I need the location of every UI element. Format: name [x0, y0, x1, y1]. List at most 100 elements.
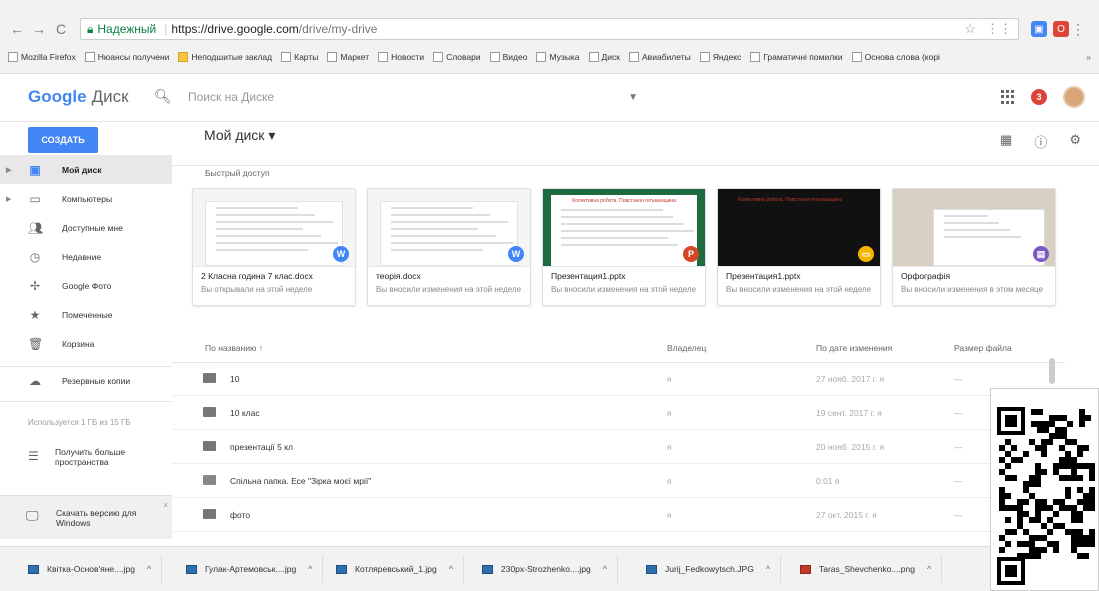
bookmark-item[interactable]: Нюансы получени	[84, 52, 169, 62]
sort-by-name[interactable]: По названию ↑	[205, 343, 263, 353]
qr-module	[1041, 469, 1047, 475]
settings-gear-icon[interactable]: ⚙	[1069, 132, 1081, 151]
opera-icon[interactable]: O	[1053, 21, 1069, 37]
forward-icon[interactable]: →	[30, 20, 48, 38]
text-line	[944, 229, 1010, 231]
download-app-promo[interactable]: 🖵︎ Скачать версию для Windows ×	[0, 495, 172, 539]
bookmark-item[interactable]: Основа слова (корі	[851, 52, 940, 62]
qr-module	[1061, 427, 1067, 433]
search-input[interactable]: Поиск на Диске ▼	[188, 82, 638, 112]
table-row[interactable]: фото я 27 окт. 2015 г. я —	[172, 499, 1049, 532]
extension-icon[interactable]: ▣	[1031, 21, 1047, 37]
qr-module	[1083, 535, 1089, 541]
bookmark-label: Маркет	[340, 52, 370, 62]
slide-title: Колективна робота. Повстання гетьманщина	[738, 197, 842, 203]
search-options-icon[interactable]: ▼	[628, 92, 638, 103]
google-apps-icon[interactable]	[1001, 90, 1015, 104]
table-row[interactable]: Спільна папка. Есе "Зірка моєї мрії" я 0:0…	[172, 465, 1049, 498]
scrollbar[interactable]	[1049, 358, 1055, 384]
notifications-badge[interactable]: 3	[1031, 89, 1047, 105]
qr-module	[999, 469, 1005, 475]
apps-grid-icon[interactable]: ⋮⋮	[986, 21, 1012, 37]
expand-arrow-icon[interactable]: ▶	[6, 166, 11, 174]
bookmark-item[interactable]: Маркет	[327, 52, 369, 62]
avatar[interactable]	[1063, 86, 1085, 108]
sort-by-modified[interactable]: По дате изменения	[816, 343, 892, 353]
grid-view-icon[interactable]: ▦	[1000, 132, 1012, 151]
file-size: —	[954, 408, 963, 418]
bookmarks-overflow-icon[interactable]: »	[1086, 52, 1091, 62]
bookmark-item[interactable]: Mozilla Firefox	[8, 52, 76, 62]
address-bar[interactable]: 🔒︎ Надежный | https://drive.google.com /…	[80, 18, 1019, 40]
qr-module	[1043, 421, 1049, 427]
create-button[interactable]: СОЗДАТЬ	[28, 127, 98, 153]
bookmark-item[interactable]: Яндекс	[699, 52, 741, 62]
bookmark-item[interactable]: Граматичні помилки	[750, 52, 843, 62]
download-item[interactable]: 230px-Strozhenko....jpg ^	[472, 555, 619, 583]
table-row[interactable]: презентації 5 кл я 20 нояб. 2015 г. я —	[172, 431, 1049, 464]
menu-icon[interactable]: ⋮	[1069, 20, 1087, 38]
qr-module	[1049, 415, 1055, 421]
bookmark-item[interactable]: Музыка	[536, 52, 580, 62]
qr-module	[1059, 457, 1065, 463]
location-dropdown[interactable]: Мой диск ▾	[204, 127, 275, 144]
expand-arrow-icon[interactable]: ▶	[6, 195, 11, 203]
quick-access-card[interactable]: Колективна робота. Повстання гетьманщина…	[542, 188, 706, 306]
quick-access-card[interactable]: W 2 Класна година 7 клас.docx Вы открывали…	[192, 188, 356, 306]
doc-preview-image	[893, 189, 1055, 266]
chevron-up-icon[interactable]: ^	[927, 564, 931, 574]
bookmark-item[interactable]: Карты	[281, 52, 318, 62]
sidebar-item-4[interactable]: ✢ Google Фото	[0, 271, 172, 300]
size-column-header: Размер файла	[954, 343, 1012, 353]
close-icon[interactable]: ×	[163, 500, 168, 510]
bookmark-item[interactable]: Диск	[588, 52, 620, 62]
qr-module	[1055, 415, 1061, 421]
bookmark-item[interactable]: Видео	[489, 52, 527, 62]
bookmark-item[interactable]: Словари	[433, 52, 481, 62]
reload-icon[interactable]: C	[52, 20, 70, 38]
chevron-up-icon[interactable]: ^	[603, 564, 607, 574]
quick-access-card[interactable]: ▤ Орфографія Вы вносили изменения в этом м…	[892, 188, 1056, 306]
sidebar-item-3[interactable]: ◷ Недавние	[0, 242, 172, 271]
download-item[interactable]: Котляревський_1.jpg ^	[326, 555, 464, 583]
bookmark-star-icon[interactable]: ☆	[964, 21, 976, 37]
bookmark-item[interactable]: Неподшитые заклад	[178, 52, 272, 62]
drive-logo[interactable]: Google Диск	[28, 87, 129, 107]
url-separator: |	[164, 22, 168, 36]
quick-access-card[interactable]: Wтеорія.docx Вы вносили изменения на этой…	[367, 188, 531, 306]
bookmark-item[interactable]: Авиабилеты	[629, 52, 691, 62]
get-more-storage-link[interactable]: ☰ Получить больше пространства	[0, 443, 172, 481]
download-item[interactable]: Гулак-Артемовськ....jpg ^	[176, 555, 324, 583]
bookmark-item[interactable]: Новости	[378, 52, 424, 62]
chevron-up-icon[interactable]: ^	[308, 564, 312, 574]
quick-access-title: Быстрый доступ	[205, 168, 270, 178]
download-item[interactable]: Квітка-Основ'яне....jpg ^	[18, 555, 163, 583]
text-line	[561, 209, 664, 211]
back-icon[interactable]: ←	[8, 20, 26, 38]
bookmark-label: Новости	[391, 52, 425, 62]
table-row[interactable]: 10 клас я 19 сент. 2017 г. я —	[172, 397, 1049, 430]
info-icon[interactable]: ⓘ	[1034, 132, 1047, 151]
sidebar-item-5[interactable]: ★ Помеченные	[0, 300, 172, 329]
qr-module	[1083, 541, 1089, 547]
download-item[interactable]: Taras_Shevchenko....png ^	[790, 555, 943, 583]
qr-module	[1035, 481, 1041, 487]
qr-module	[1065, 505, 1071, 511]
chevron-up-icon[interactable]: ^	[766, 564, 770, 574]
sidebar-item-0[interactable]: ▶ ▣ Мой диск	[0, 155, 172, 184]
secure-label: Надежный	[97, 22, 157, 36]
card-activity: Вы вносили изменения в этом месяце	[901, 285, 1043, 294]
sidebar-item-1[interactable]: ▶ ▭ Компьютеры	[0, 184, 172, 213]
sidebar-item-6[interactable]: 🗑︎ Корзина	[0, 329, 172, 358]
sidebar-item-7[interactable]: ☁ Резервные копии	[0, 366, 172, 395]
download-item[interactable]: Jurij_Fedkowytsch.JPG ^	[636, 555, 782, 583]
search-icon[interactable]: 🔍︎	[154, 88, 172, 105]
qr-module	[1035, 499, 1041, 505]
table-row[interactable]: 10 я 27 нояб. 2017 г. я —	[172, 363, 1049, 396]
chevron-up-icon[interactable]: ^	[147, 564, 151, 574]
sidebar-item-2[interactable]: 👥︎ Доступные мне	[0, 213, 172, 242]
quick-access-card[interactable]: Колективна робота. Повстання гетьманщина…	[717, 188, 881, 306]
file-name: фото	[230, 510, 251, 520]
chevron-up-icon[interactable]: ^	[449, 564, 453, 574]
monitor-icon: 🖵︎	[26, 508, 39, 523]
